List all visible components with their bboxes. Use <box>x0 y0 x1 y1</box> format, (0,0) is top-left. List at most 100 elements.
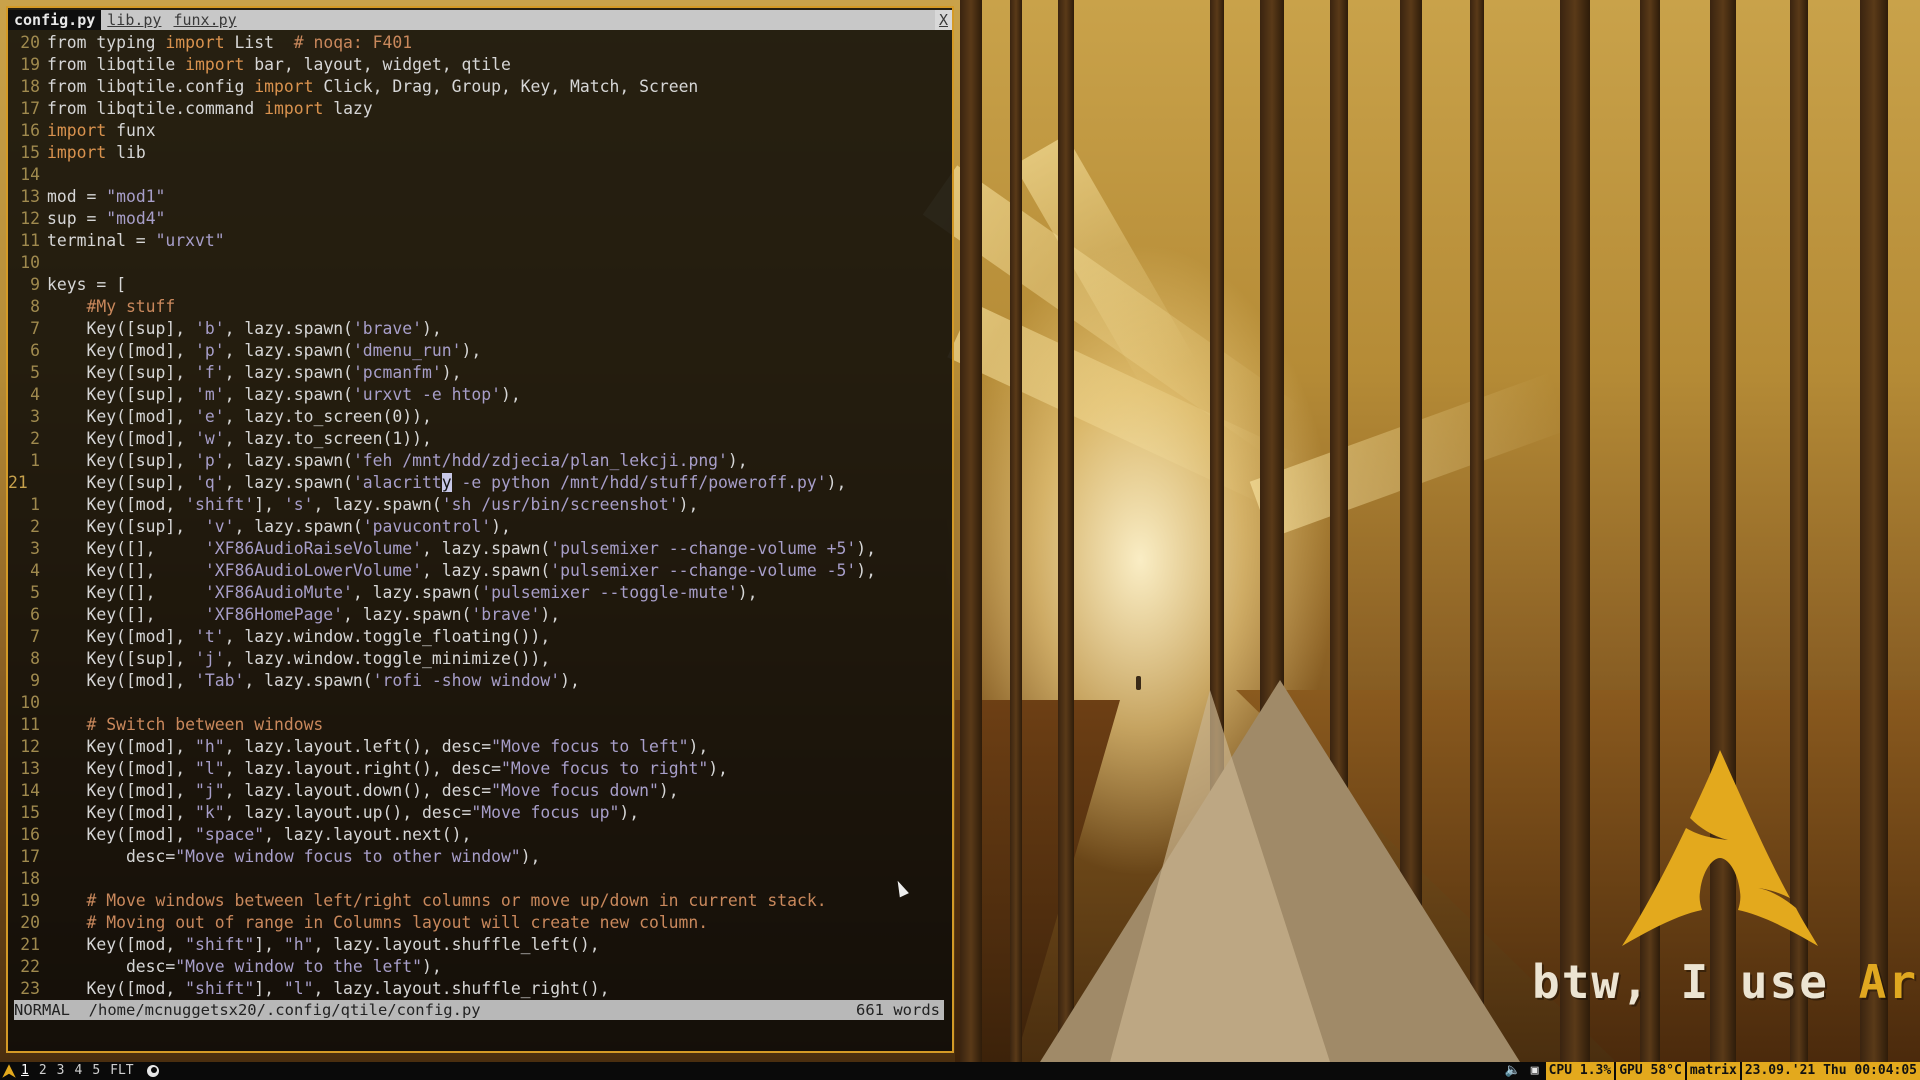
group-3[interactable]: 3 <box>52 1062 70 1080</box>
code-line[interactable]: 18 <box>8 868 952 890</box>
line-number: 20 <box>20 33 40 52</box>
code-line[interactable]: 16 Key([mod], "space", lazy.layout.next(… <box>8 824 952 846</box>
code-token: import <box>47 121 107 140</box>
group-4[interactable]: 4 <box>69 1062 87 1080</box>
code-line[interactable]: 3 Key([mod], 'e', lazy.to_screen(0)), <box>8 406 952 428</box>
code-line[interactable]: 18 from libqtile.config import Click, Dra… <box>8 76 952 98</box>
tab-config-py[interactable]: config.py <box>8 10 102 30</box>
code-line[interactable]: 9 keys = [ <box>8 274 952 296</box>
code-token: ], <box>254 935 284 954</box>
code-line[interactable]: 7 Key([mod], 't', lazy.window.toggle_flo… <box>8 626 952 648</box>
arch-icon[interactable] <box>2 1064 16 1078</box>
code-line[interactable]: 14 <box>8 164 952 186</box>
speaker-icon[interactable]: 🔈 <box>1500 1062 1526 1080</box>
group-1[interactable]: 1 <box>16 1062 34 1080</box>
arch-slogan-word: Arch <box>1858 955 1920 1009</box>
line-number: 5 <box>30 363 40 382</box>
terminal-window[interactable]: config.py lib.py funx.py X 20 from typing… <box>6 6 954 1053</box>
code-line[interactable]: 12 sup = "mod4" <box>8 208 952 230</box>
code-line[interactable]: 19 # Move windows between left/right col… <box>8 890 952 912</box>
code-line[interactable]: 19 from libqtile import bar, layout, widg… <box>8 54 952 76</box>
code-line[interactable]: 13 mod = "mod1" <box>8 186 952 208</box>
tab-funx-py[interactable]: funx.py <box>167 10 243 30</box>
code-line[interactable]: 20 from typing import List # noqa: F401 <box>8 32 952 54</box>
code-line[interactable]: 13 Key([mod], "l", lazy.layout.right(), … <box>8 758 952 780</box>
group-2[interactable]: 2 <box>34 1062 52 1080</box>
code-line[interactable]: 7 Key([sup], 'b', lazy.spawn('brave'), <box>8 318 952 340</box>
code-line[interactable]: 4 Key([], 'XF86AudioLowerVolume', lazy.s… <box>8 560 952 582</box>
code-token: , lazy.spawn( <box>224 451 353 470</box>
code-line[interactable]: 21 Key([mod, "shift"], "h", lazy.layout.… <box>8 934 952 956</box>
code-line[interactable]: 21 Key([sup], 'q', lazy.spawn('alacritty… <box>8 472 952 494</box>
code-line[interactable]: 3 Key([], 'XF86AudioRaiseVolume', lazy.s… <box>8 538 952 560</box>
line-number: 10 <box>20 253 40 272</box>
code-line[interactable]: 5 Key([], 'XF86AudioMute', lazy.spawn('p… <box>8 582 952 604</box>
code-line[interactable]: 9 Key([mod], 'Tab', lazy.spawn('rofi -sh… <box>8 670 952 692</box>
code-line[interactable]: 8 Key([sup], 'j', lazy.window.toggle_min… <box>8 648 952 670</box>
code-token: 'urxvt -e htop' <box>352 385 501 404</box>
code-line[interactable]: 1 Key([mod, 'shift'], 's', lazy.spawn('s… <box>8 494 952 516</box>
code-line[interactable]: 6 Key([mod], 'p', lazy.spawn('dmenu_run'… <box>8 340 952 362</box>
code-line[interactable]: 17 from libqtile.command import lazy <box>8 98 952 120</box>
code-token: 'brave' <box>471 605 541 624</box>
code-line[interactable]: 4 Key([sup], 'm', lazy.spawn('urxvt -e h… <box>8 384 952 406</box>
code-editor[interactable]: 20 from typing import List # noqa: F401 19… <box>8 32 952 1000</box>
code-token: "mod1" <box>106 187 166 206</box>
code-token: , lazy.spawn( <box>224 341 353 360</box>
code-token: "space" <box>195 825 265 844</box>
code-token: "urxvt" <box>155 231 225 250</box>
code-token: 'shift' <box>185 495 255 514</box>
code-token: "l" <box>195 759 225 778</box>
code-line[interactable]: 10 <box>8 692 952 714</box>
code-token: Key([mod], <box>47 825 196 844</box>
display-icon[interactable]: ▣ <box>1526 1062 1544 1080</box>
code-line[interactable]: 10 <box>8 252 952 274</box>
code-token: 'XF86AudioRaiseVolume' <box>204 539 422 558</box>
code-line[interactable]: 2 Key([sup], 'v', lazy.spawn('pavucontro… <box>8 516 952 538</box>
code-line[interactable]: 15 import lib <box>8 142 952 164</box>
code-token: # noqa: F401 <box>293 33 413 52</box>
tab-lib-py[interactable]: lib.py <box>101 10 168 30</box>
code-token: 'brave' <box>352 319 423 338</box>
code-token: , lazy.layout.up(), desc= <box>224 803 472 822</box>
code-token: Key([], <box>47 583 205 602</box>
code-token: 'v' <box>204 517 235 536</box>
code-line[interactable]: 1 Key([sup], 'p', lazy.spawn('feh /mnt/h… <box>8 450 952 472</box>
code-line[interactable]: 11 terminal = "urxvt" <box>8 230 952 252</box>
code-token: , lazy.spawn( <box>224 319 353 338</box>
close-tab-button[interactable]: X <box>934 10 952 30</box>
code-line[interactable]: 5 Key([sup], 'f', lazy.spawn('pcmanfm'), <box>8 362 952 384</box>
code-token: , lazy.spawn( <box>352 583 482 602</box>
code-line[interactable]: 20 # Moving out of range in Columns layo… <box>8 912 952 934</box>
code-line[interactable]: 22 desc="Move window to the left"), <box>8 956 952 978</box>
code-token: 'pulsemixer --toggle-mute' <box>481 583 738 602</box>
line-number: 1 <box>30 451 40 470</box>
code-token: funx <box>106 121 156 140</box>
code-token: , lazy.spawn( <box>234 517 363 536</box>
code-token: Key([sup], <box>47 517 205 536</box>
window-app-icon[interactable] <box>145 1064 161 1078</box>
code-line[interactable]: 23 Key([mod, "shift"], "l", lazy.layout.… <box>8 978 952 1000</box>
code-line[interactable]: 16 import funx <box>8 120 952 142</box>
code-line[interactable]: 14 Key([mod], "j", lazy.layout.down(), d… <box>8 780 952 802</box>
forest-path-highlight <box>1110 690 1330 1062</box>
code-line[interactable]: 6 Key([], 'XF86HomePage', lazy.spawn('br… <box>8 604 952 626</box>
code-line[interactable]: 17 desc="Move window focus to other wind… <box>8 846 952 868</box>
code-line[interactable]: 12 Key([mod], "h", lazy.layout.left(), d… <box>8 736 952 758</box>
group-5[interactable]: 5 <box>87 1062 105 1080</box>
code-line[interactable]: 2 Key([mod], 'w', lazy.to_screen(1)), <box>8 428 952 450</box>
code-token: desc= <box>47 957 176 976</box>
code-line[interactable]: 8 #My stuff <box>8 296 952 318</box>
code-token: , lazy.window.toggle_minimize()), <box>224 649 551 668</box>
code-line[interactable]: 15 Key([mod], "k", lazy.layout.up(), des… <box>8 802 952 824</box>
code-line[interactable]: 11 # Switch between windows <box>8 714 952 736</box>
file-path: /home/mcnuggetsx20/.config/qtile/config.… <box>88 1001 481 1019</box>
tree-trunk <box>1860 0 1888 1062</box>
code-token: ), <box>826 473 847 492</box>
clock-widget: 23.09.'21 Thu 00:04:05 <box>1739 1062 1920 1080</box>
layout-indicator[interactable]: FLT <box>105 1062 138 1080</box>
line-number: 19 <box>20 55 40 74</box>
line-number: 3 <box>30 407 40 426</box>
theme-widget: matrix <box>1684 1062 1740 1080</box>
code-token: "l" <box>283 979 314 998</box>
